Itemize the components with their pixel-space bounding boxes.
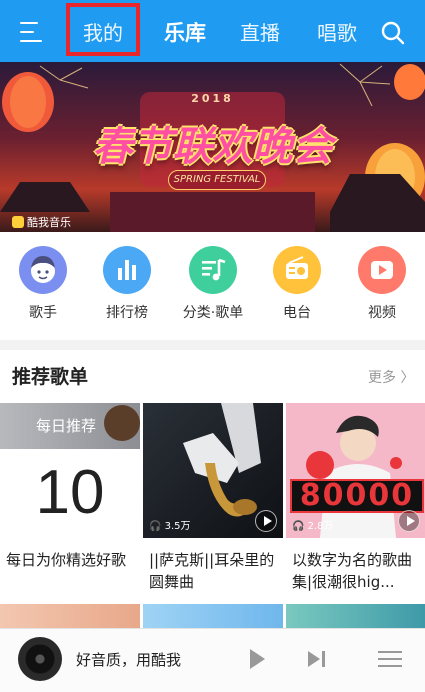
tab-library-label: 乐库: [164, 21, 206, 45]
tab-sing[interactable]: 唱歌: [312, 0, 362, 62]
promo-banner[interactable]: 2018 春节联欢晚会 SPRING FESTIVAL 酷我音乐: [0, 62, 425, 232]
play-icon[interactable]: [248, 649, 266, 669]
banner-logo: 酷我音乐: [12, 214, 71, 230]
category-row: 歌手 排行榜 分类·歌单 电台 视频: [0, 232, 425, 340]
daily-badge: 每日推荐: [36, 417, 97, 435]
next-track-icon[interactable]: [306, 649, 328, 669]
section-divider: [0, 340, 425, 350]
banner-subtitle: SPRING FESTIVAL: [168, 170, 266, 190]
category-video[interactable]: 视频: [347, 246, 417, 322]
album-disc-icon[interactable]: [18, 637, 62, 681]
kuwo-logo-icon: [12, 216, 24, 228]
category-charts-label: 排行榜: [106, 305, 148, 321]
cover-number: 80000: [290, 479, 424, 513]
chart-bars-icon: [103, 246, 151, 294]
playlist-title: 每日为你精选好歌: [6, 551, 127, 569]
playlist-cover: 80000 🎧 2.8万: [286, 403, 425, 538]
category-video-label: 视频: [368, 305, 396, 321]
play-count-value: 3.5万: [164, 521, 191, 532]
mini-player[interactable]: 好音质，用酷我: [0, 628, 425, 692]
search-icon[interactable]: [380, 20, 406, 46]
category-radio-label: 电台: [283, 305, 311, 321]
cup-decoration: [104, 405, 140, 441]
tab-live-label: 直播: [240, 21, 280, 45]
playlist-card-daily[interactable]: 每日推荐 10 每日为你精选好歌: [0, 403, 140, 569]
play-count-value: 2.8万: [307, 521, 334, 532]
play-count: 🎧 2.8万: [292, 521, 334, 532]
playlist-icon[interactable]: [378, 649, 402, 669]
category-singer[interactable]: 歌手: [8, 246, 78, 322]
banner-logo-text: 酷我音乐: [27, 216, 71, 229]
playlist-card-sax[interactable]: 🎧 3.5万 ||萨克斯||耳朵里的圆舞曲: [143, 403, 283, 591]
daily-date: 10: [35, 458, 105, 527]
playlist-cover: 每日推荐 10: [0, 403, 140, 538]
tab-library[interactable]: 乐库: [160, 0, 210, 62]
playlist-cover: 🎧 3.5万: [143, 403, 283, 538]
hamburger-menu-icon[interactable]: [20, 22, 42, 42]
banner-title: 春节联欢晚会: [92, 124, 333, 170]
category-charts[interactable]: 排行榜: [92, 246, 162, 322]
tab-sing-label: 唱歌: [317, 21, 357, 45]
more-link[interactable]: 更多 〉: [368, 367, 414, 387]
singer-icon: [19, 246, 67, 294]
radio-icon: [273, 246, 321, 294]
highlight-box: [66, 3, 140, 56]
play-count: 🎧 3.5万: [149, 521, 191, 532]
play-icon[interactable]: [255, 510, 277, 532]
banner-year: 2018: [191, 92, 234, 105]
section-title: 推荐歌单: [12, 366, 89, 388]
playlist-card-numbers[interactable]: 80000 🎧 2.8万 以数字为名的歌曲集|很潮很hig...: [286, 403, 425, 591]
play-icon[interactable]: [398, 510, 420, 532]
tab-live[interactable]: 直播: [235, 0, 285, 62]
tab-mine[interactable]: 我的: [66, 0, 140, 62]
playlist-title: ||萨克斯||耳朵里的圆舞曲: [149, 551, 275, 591]
category-playlists-label: 分类·歌单: [182, 305, 244, 321]
category-singer-label: 歌手: [29, 305, 57, 321]
music-list-icon: [189, 246, 237, 294]
playlist-title: 以数字为名的歌曲集|很潮很hig...: [292, 551, 413, 591]
video-play-icon: [358, 246, 406, 294]
category-radio[interactable]: 电台: [262, 246, 332, 322]
category-playlists[interactable]: 分类·歌单: [178, 246, 248, 322]
player-text: 好音质，用酷我: [76, 651, 182, 669]
top-navigation-bar: 我的 乐库 直播 唱歌: [0, 0, 425, 62]
